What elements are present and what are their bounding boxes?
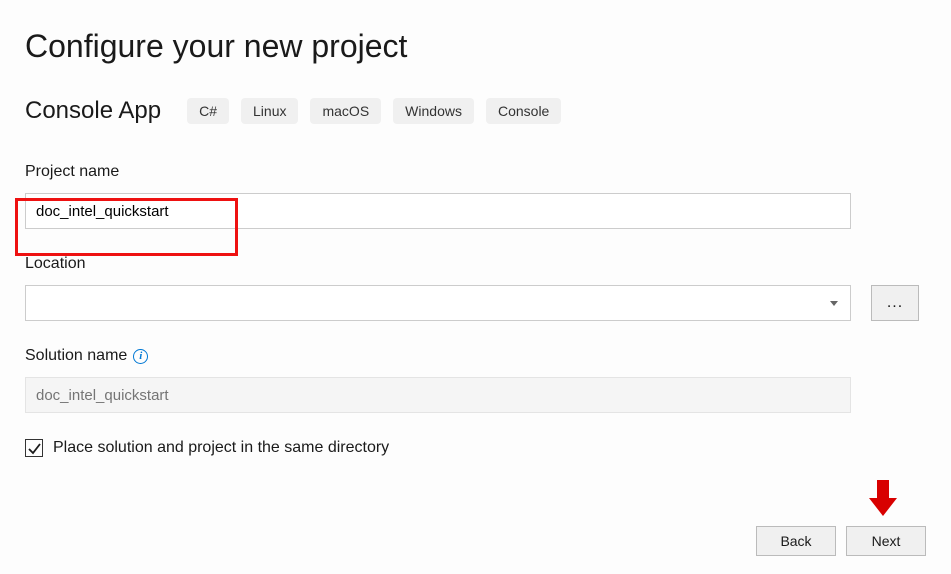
- template-tag: C#: [187, 98, 229, 124]
- solution-name-input: [25, 377, 851, 413]
- same-directory-checkbox[interactable]: [25, 439, 43, 457]
- browse-location-button[interactable]: ...: [871, 285, 919, 321]
- location-group: Location ...: [25, 255, 926, 321]
- solution-name-label: Solution name i: [25, 347, 926, 365]
- location-label: Location: [25, 255, 926, 273]
- template-tag: Windows: [393, 98, 474, 124]
- location-combobox[interactable]: [25, 285, 851, 321]
- page-title: Configure your new project: [25, 28, 926, 65]
- template-tag: Console: [486, 98, 561, 124]
- same-directory-row[interactable]: Place solution and project in the same d…: [25, 439, 926, 457]
- template-name: Console App: [25, 97, 161, 125]
- info-icon[interactable]: i: [133, 349, 148, 364]
- annotation-arrow-icon: [865, 478, 901, 518]
- solution-name-group: Solution name i: [25, 347, 926, 413]
- same-directory-label: Place solution and project in the same d…: [53, 439, 389, 457]
- wizard-footer: Back Next: [756, 526, 926, 556]
- project-name-label: Project name: [25, 163, 926, 181]
- checkmark-icon: [28, 442, 41, 455]
- back-button[interactable]: Back: [756, 526, 836, 556]
- chevron-down-icon: [830, 301, 838, 306]
- project-name-group: Project name: [25, 163, 926, 229]
- project-name-input[interactable]: [25, 193, 851, 229]
- next-button[interactable]: Next: [846, 526, 926, 556]
- template-tag: macOS: [310, 98, 381, 124]
- template-tag: Linux: [241, 98, 298, 124]
- template-header-row: Console App C# Linux macOS Windows Conso…: [25, 97, 926, 125]
- solution-name-label-text: Solution name: [25, 347, 127, 365]
